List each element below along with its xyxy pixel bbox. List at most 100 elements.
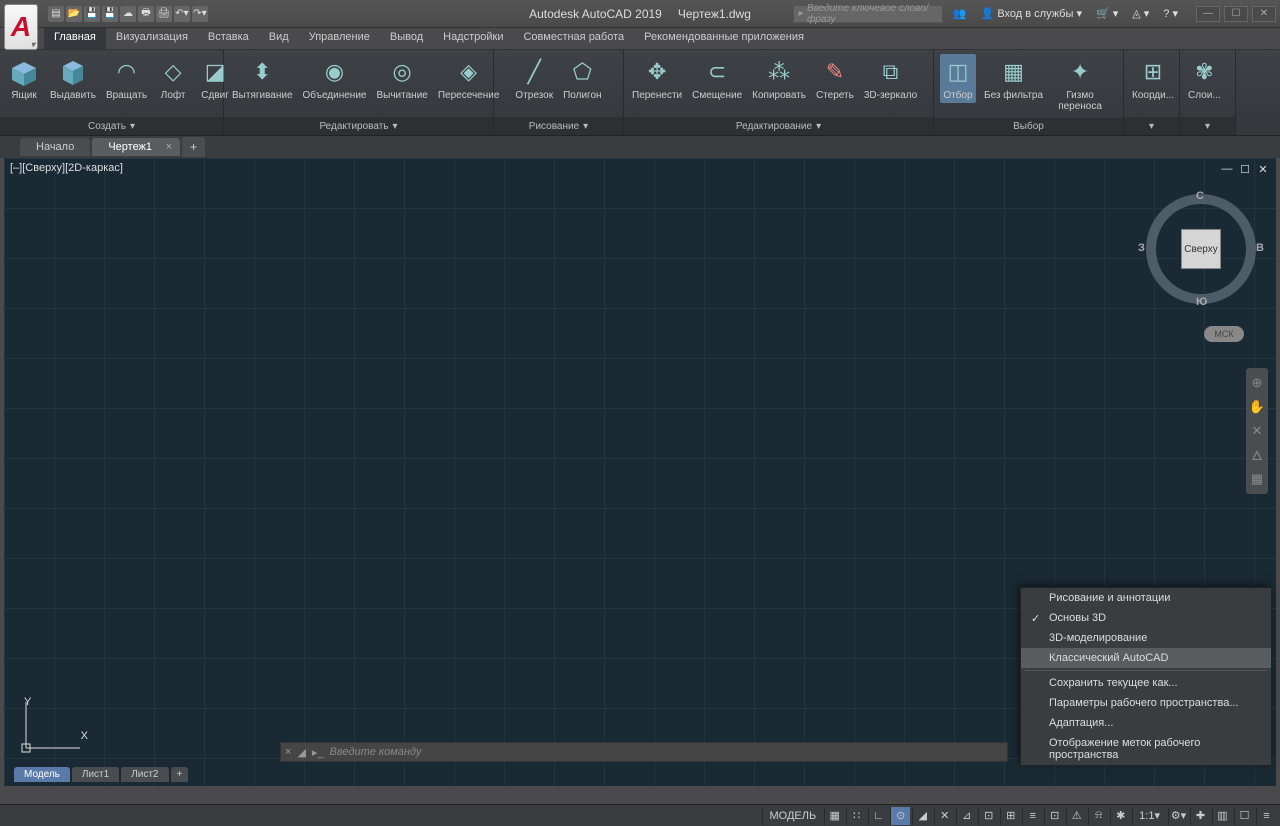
cloud-icon[interactable]: ☁ (120, 6, 136, 22)
redo-icon[interactable]: ↷▾ (192, 6, 208, 22)
undo-icon[interactable]: ↶▾ (174, 6, 190, 22)
status-custom-icon[interactable]: ≡ (1256, 807, 1276, 825)
viewcube-face[interactable]: Сверху (1181, 229, 1221, 269)
signin-button[interactable]: 👤Вход в службы ▾ (977, 7, 1086, 20)
erase-button[interactable]: ✎Стереть (814, 54, 856, 103)
status-annoscale-icon[interactable]: ⍾ (1088, 807, 1108, 825)
status-annomon-icon[interactable]: ⚠ (1066, 807, 1086, 825)
tab-collab[interactable]: Совместная работа (513, 28, 634, 49)
polygon-button[interactable]: ⬠Полигон (561, 54, 603, 103)
cmd-input[interactable]: Введите команду (330, 746, 1003, 758)
viewport-close-icon[interactable]: ✕ (1256, 162, 1270, 176)
intersect-button[interactable]: ◈Пересечение (436, 54, 502, 103)
panel-modify-title[interactable]: Редактирование ▾ (624, 117, 933, 135)
tab-layout1[interactable]: Лист1 (72, 767, 119, 782)
menu-item[interactable]: Отображение меток рабочего пространства (1021, 733, 1271, 765)
app-menu-button[interactable]: A (4, 4, 38, 50)
menu-item[interactable]: Основы 3D (1021, 608, 1271, 628)
layers-button[interactable]: ✾Слои... (1186, 54, 1223, 103)
mirror3d-button[interactable]: ⧉3D-зеркало (862, 54, 919, 103)
status-lwt-icon[interactable]: ≡ (1022, 807, 1042, 825)
tab-home[interactable]: Главная (44, 28, 106, 49)
status-plus-icon[interactable]: ✚ (1190, 807, 1210, 825)
tab-featured[interactable]: Рекомендованные приложения (634, 28, 814, 49)
cmd-close-icon[interactable]: × (285, 746, 291, 758)
menu-item[interactable]: Классический AutoCAD (1021, 648, 1271, 668)
tab-layout2[interactable]: Лист2 (121, 767, 168, 782)
a360-icon[interactable]: ◬ ▾ (1128, 7, 1153, 20)
status-scale[interactable]: 1:1 ▾ (1132, 807, 1166, 825)
panel-create-title[interactable]: Создать ▾ (0, 117, 223, 135)
nofilter-button[interactable]: ▦Без фильтра (982, 54, 1045, 103)
status-ortho-icon[interactable]: ∟ (868, 807, 888, 825)
status-clean-icon[interactable]: ☐ (1234, 807, 1254, 825)
status-dyn-icon[interactable]: ⊞ (1000, 807, 1020, 825)
status-osnap-icon[interactable]: ✕ (934, 807, 954, 825)
tab-view[interactable]: Вид (259, 28, 299, 49)
menu-item[interactable]: Сохранить текущее как... (1021, 673, 1271, 693)
help-icon[interactable]: ? ▾ (1159, 7, 1182, 20)
command-line[interactable]: × ◢ ▸_ Введите команду (280, 742, 1008, 762)
revolve-button[interactable]: ◠Вращать (104, 54, 149, 103)
union-button[interactable]: ◉Объединение (301, 54, 369, 103)
box-button[interactable]: Ящик (6, 54, 42, 103)
presspull-button[interactable]: ⬍Вытягивание (230, 54, 295, 103)
move-button[interactable]: ✥Перенести (630, 54, 684, 103)
search-input[interactable]: ▸ Введите ключевое слово/фразу (793, 5, 943, 23)
status-snap-icon[interactable]: ∷ (846, 807, 866, 825)
tab-drawing1[interactable]: Чертеж1 (92, 138, 180, 156)
showmotion-icon[interactable]: ▦ (1248, 470, 1266, 488)
menu-item[interactable]: Рисование и аннотации (1021, 588, 1271, 608)
viewcube[interactable]: Сверху С Ю В З (1146, 194, 1256, 304)
status-3dosnap-icon[interactable]: ⊿ (956, 807, 976, 825)
panel-edit-title[interactable]: Редактировать ▾ (224, 117, 493, 135)
tab-addins[interactable]: Надстройки (433, 28, 513, 49)
extrude-button[interactable]: Выдавить (48, 54, 98, 103)
plot-icon[interactable]: 🖶 (138, 6, 154, 22)
panel-layers-title[interactable]: ▾ (1180, 117, 1235, 135)
viewcube-south[interactable]: Ю (1196, 296, 1207, 308)
orbit-icon[interactable]: 🜂 (1248, 446, 1266, 464)
ucs-icon[interactable]: Y X (18, 696, 88, 756)
gizmo-button[interactable]: ✦Гизмо переноса (1051, 54, 1109, 114)
status-otrack-icon[interactable]: ⊡ (978, 807, 998, 825)
panel-coord-title[interactable]: ▾ (1124, 117, 1179, 135)
viewcube-west[interactable]: З (1138, 242, 1145, 254)
subtract-button[interactable]: ◎Вычитание (374, 54, 429, 103)
open-icon[interactable]: 📂 (66, 6, 82, 22)
status-annovis-icon[interactable]: ✱ (1110, 807, 1130, 825)
save-icon[interactable]: 💾 (84, 6, 100, 22)
viewport-maximize-icon[interactable]: ☐ (1238, 162, 1252, 176)
viewcube-north[interactable]: С (1196, 190, 1204, 202)
tab-start[interactable]: Начало (20, 138, 90, 156)
status-ui-icon[interactable]: ▥ (1212, 807, 1232, 825)
wcs-badge[interactable]: МСК (1204, 326, 1244, 342)
status-isodraft-icon[interactable]: ◢ (912, 807, 932, 825)
saveas-icon[interactable]: 💾 (102, 6, 118, 22)
tab-model[interactable]: Модель (14, 767, 70, 782)
panel-draw-title[interactable]: Рисование ▾ (494, 117, 623, 135)
status-grid-icon[interactable]: ▦ (824, 807, 844, 825)
exchange-icon[interactable]: 🛒 ▾ (1092, 7, 1122, 20)
line-button[interactable]: ╱Отрезок (513, 54, 555, 103)
viewport-minimize-icon[interactable]: — (1220, 162, 1234, 176)
menu-item[interactable]: Адаптация... (1021, 713, 1271, 733)
close-button[interactable]: ✕ (1252, 6, 1276, 22)
offset-button[interactable]: ⊂Смещение (690, 54, 744, 103)
status-workspace-icon[interactable]: ⚙▾ (1168, 807, 1188, 825)
drawing-canvas[interactable]: [–][Сверху][2D-каркас] — ☐ ✕ Сверху С Ю … (4, 158, 1276, 786)
coord-button[interactable]: ⊞Коорди... (1130, 54, 1176, 103)
status-sel-icon[interactable]: ⊡ (1044, 807, 1064, 825)
zoom-icon[interactable]: ✕ (1248, 422, 1266, 440)
culling-button[interactable]: ◫Отбор (940, 54, 976, 103)
viewport-label[interactable]: [–][Сверху][2D-каркас] (10, 162, 123, 174)
tab-visual[interactable]: Визуализация (106, 28, 198, 49)
loft-button[interactable]: ◇Лофт (155, 54, 191, 103)
cmd-history-icon[interactable]: ◢ (297, 746, 305, 759)
menu-item[interactable]: 3D-моделирование (1021, 628, 1271, 648)
maximize-button[interactable]: ☐ (1224, 6, 1248, 22)
tab-layout-add[interactable]: + (171, 767, 189, 782)
status-model[interactable]: МОДЕЛЬ (762, 807, 822, 825)
print-icon[interactable]: 🖨 (156, 6, 172, 22)
infocenter-icon[interactable]: 👥 (949, 7, 971, 20)
